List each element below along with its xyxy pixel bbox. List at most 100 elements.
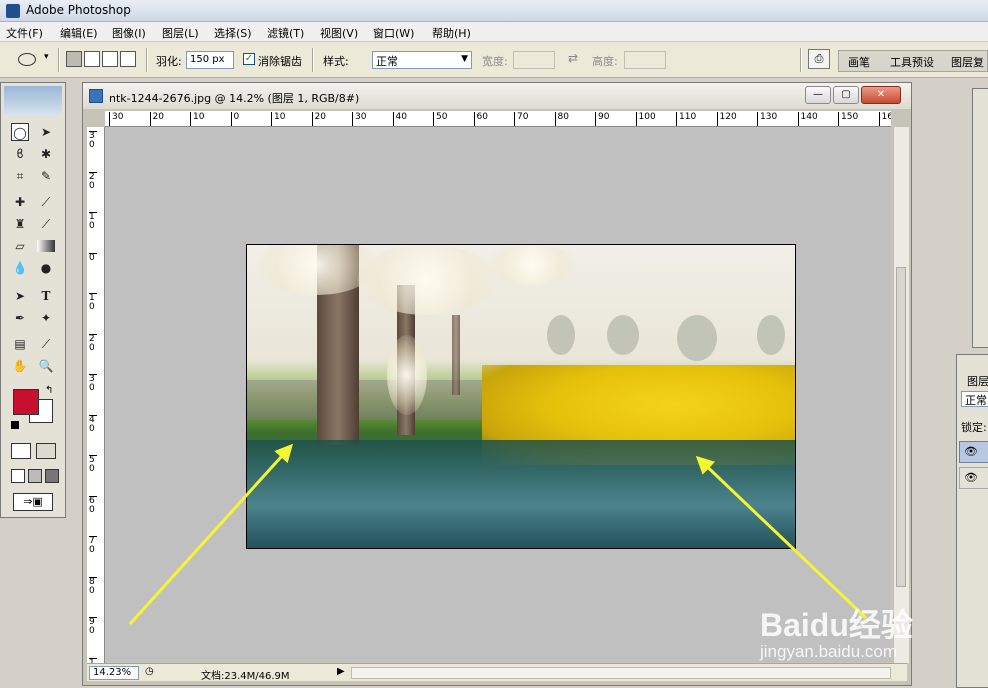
layers-tab[interactable]: 图层 (967, 373, 988, 389)
ruler-tick-label: 30 (109, 112, 123, 126)
feather-logo-icon[interactable] (4, 86, 62, 116)
file-browser-icon[interactable]: ⎙ (808, 49, 830, 69)
palette-tab-layer-comps[interactable]: 图层复 (951, 54, 984, 70)
feather-input[interactable]: 150 px (186, 51, 234, 69)
subtract-selection-icon[interactable] (102, 51, 118, 67)
intersect-selection-icon[interactable] (120, 51, 136, 67)
status-menu-arrow-icon[interactable]: ▶ (337, 666, 345, 677)
screen-mode-standard-icon[interactable] (11, 469, 25, 483)
jump-to-imageready-icon[interactable]: ⇒▣ (13, 493, 53, 511)
brush-tool-icon[interactable]: ⟋ (37, 193, 55, 211)
eraser-tool-icon[interactable]: ▱ (11, 237, 29, 255)
path-selection-icon[interactable]: ➤ (11, 287, 29, 305)
layer-row[interactable]: 👁 (959, 441, 988, 463)
screen-mode-full-menu-icon[interactable] (28, 469, 42, 483)
canvas-area[interactable] (106, 128, 891, 662)
crop-tool-icon[interactable]: ⌗ (11, 167, 29, 185)
style-label: 样式: (323, 55, 349, 68)
ruler-tick-label: 160 (878, 112, 891, 126)
menu-edit[interactable]: 编辑(E) (60, 25, 98, 41)
clone-stamp-icon[interactable]: ♜ (11, 215, 29, 233)
ruler-tick-label: 20 (149, 112, 164, 126)
eyedropper-icon[interactable]: ⟋ (37, 335, 55, 353)
palette-tab-tool-presets[interactable]: 工具预设 (890, 54, 934, 70)
zoom-tool-icon[interactable]: 🔍 (37, 357, 55, 375)
magic-wand-icon[interactable]: ✱ (37, 145, 55, 163)
menu-view[interactable]: 视图(V) (320, 25, 358, 41)
menu-bar: 文件(F) 编辑(E) 图像(I) 图层(L) 选择(S) 滤镜(T) 视图(V… (0, 22, 988, 42)
ruler-tick-label: 0 (230, 112, 239, 126)
vertical-scrollbar[interactable] (893, 127, 909, 663)
menu-select[interactable]: 选择(S) (214, 25, 252, 41)
gradient-tool-icon[interactable] (37, 240, 55, 252)
swap-colors-icon[interactable]: ↰ (45, 385, 53, 396)
menu-layer[interactable]: 图层(L) (162, 25, 199, 41)
menu-image[interactable]: 图像(I) (112, 25, 146, 41)
healing-brush-icon[interactable]: ✚ (11, 193, 29, 211)
custom-shape-icon[interactable]: ✦ (37, 309, 55, 327)
elliptical-marquee-icon[interactable] (18, 53, 36, 66)
ruler-tick-label: 1 0 (89, 212, 97, 231)
antialias-checkbox[interactable]: ✓ (243, 53, 255, 65)
hand-tool-icon[interactable]: ✋ (11, 357, 29, 375)
blend-mode-select[interactable]: 正常 (961, 391, 988, 407)
close-button[interactable]: ✕ (861, 86, 901, 104)
move-tool-icon[interactable]: ➤ (37, 123, 55, 141)
notes-tool-icon[interactable]: ▤ (11, 335, 29, 353)
yellow-arrow (128, 443, 294, 626)
slice-tool-icon[interactable]: ✎ (37, 167, 55, 185)
type-tool-icon[interactable]: T (37, 287, 55, 305)
status-info-icon[interactable]: ◷ (145, 666, 154, 677)
foreground-color-swatch[interactable] (13, 389, 39, 415)
document-title: ntk-1244-2676.jpg @ 14.2% (图层 1, RGB/8#) (109, 92, 360, 105)
vertical-ruler: 3 02 01 001 02 03 04 05 06 07 08 09 01 0… (87, 127, 105, 663)
app-title: Adobe Photoshop (26, 3, 131, 17)
history-brush-icon[interactable]: ⟋ (37, 215, 55, 233)
eye-icon[interactable]: 👁 (964, 445, 978, 458)
lasso-tool-icon[interactable]: ϐ (11, 145, 29, 163)
menu-window[interactable]: 窗口(W) (373, 25, 414, 41)
screen-mode-full-icon[interactable] (45, 469, 59, 483)
menu-file[interactable]: 文件(F) (6, 25, 43, 41)
ruler-tick-label: 120 (716, 112, 737, 126)
chevron-down-icon[interactable]: ▾ (44, 52, 49, 62)
add-selection-icon[interactable] (84, 51, 100, 67)
document-window: ntk-1244-2676.jpg @ 14.2% (图层 1, RGB/8#)… (82, 82, 912, 686)
pen-tool-icon[interactable]: ✒ (11, 309, 29, 327)
horizontal-scrollbar[interactable] (351, 667, 891, 679)
minimize-button[interactable]: — (805, 86, 831, 104)
status-bar: 14.23% ◷ 文档:23.4M/46.9M ▶ (87, 663, 907, 682)
photoshop-app-icon (6, 4, 20, 18)
width-input[interactable] (513, 51, 555, 69)
marquee-tool-icon[interactable]: ◯ (11, 123, 29, 141)
quick-mask-icon[interactable] (36, 443, 56, 459)
scrollbar-thumb[interactable] (896, 267, 906, 587)
style-select[interactable]: 正常 ▼ (372, 51, 472, 69)
baidu-watermark-url: jingyan.baidu.com (760, 642, 898, 661)
dodge-tool-icon[interactable]: ● (37, 259, 55, 277)
height-input[interactable] (624, 51, 666, 69)
eye-icon[interactable]: 👁 (964, 471, 978, 484)
ruler-tick-label: 150 (838, 112, 858, 126)
document-titlebar: ntk-1244-2676.jpg @ 14.2% (图层 1, RGB/8#)… (83, 83, 911, 109)
standard-mode-icon[interactable] (11, 443, 31, 459)
swap-dimensions-icon[interactable]: ⇄ (568, 51, 578, 65)
blur-tool-icon[interactable]: 💧 (11, 259, 29, 277)
yellow-arrow (695, 455, 868, 620)
new-selection-icon[interactable] (66, 51, 82, 67)
ruler-tick-label: 4 0 (89, 414, 97, 434)
maximize-button[interactable]: ▢ (833, 86, 859, 104)
style-select-value: 正常 (376, 55, 398, 68)
chevron-down-icon: ▼ (461, 54, 468, 64)
feather-label: 羽化: (156, 55, 182, 68)
ruler-tick-label: 5 0 (89, 455, 97, 474)
zoom-level-field[interactable]: 14.23% (89, 666, 139, 680)
layers-panel: 图层 正常 锁定: 👁 👁 (956, 354, 988, 688)
lock-label: 锁定: (961, 421, 987, 434)
layer-row[interactable]: 👁 (959, 467, 988, 489)
menu-help[interactable]: 帮助(H) (432, 25, 471, 41)
default-colors-icon[interactable] (11, 421, 19, 429)
palette-tab-brushes[interactable]: 画笔 (848, 54, 870, 70)
ruler-tick-label: 10 (190, 112, 204, 126)
menu-filter[interactable]: 滤镜(T) (267, 25, 304, 41)
